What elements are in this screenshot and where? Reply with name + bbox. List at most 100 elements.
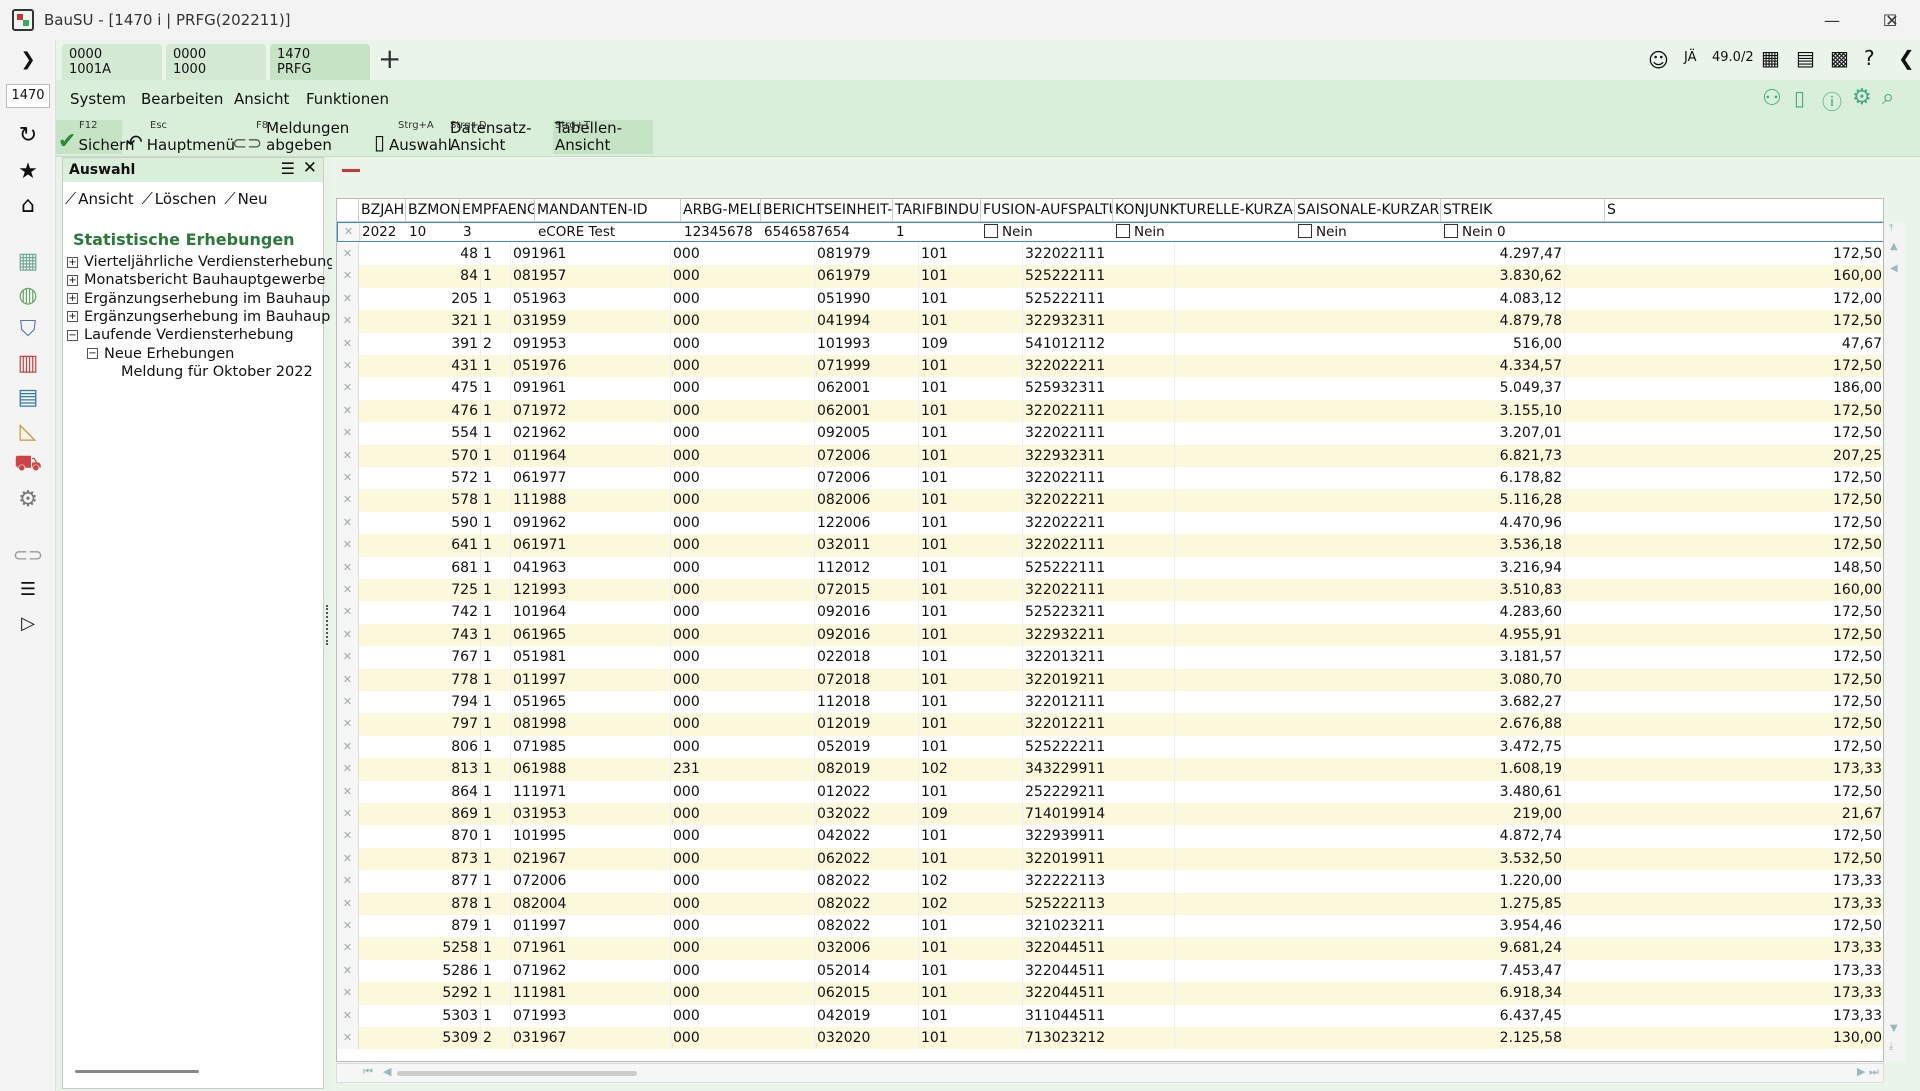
expand-icon[interactable]: + xyxy=(67,293,78,305)
row-number[interactable]: 767 xyxy=(359,646,481,669)
arbg-cell[interactable]: 000 xyxy=(671,847,815,871)
mandant-cell[interactable]: 031953 xyxy=(511,803,671,826)
help-icon[interactable]: ? xyxy=(1864,46,1875,70)
row-type[interactable]: 1 xyxy=(481,579,511,602)
menu-system[interactable]: System xyxy=(70,90,126,108)
row-number[interactable]: 5309 xyxy=(359,1027,481,1050)
table-row[interactable]: ✕ 725 1 121993 000 072015 101 322022111 3.510,83… xyxy=(337,579,1883,602)
code-cell[interactable]: 322044511 xyxy=(1023,959,1175,983)
tab-1001a[interactable]: 0000 1001A xyxy=(62,44,162,80)
minimize-button[interactable]: — xyxy=(1804,0,1860,40)
row-type[interactable]: 1 xyxy=(481,1004,511,1027)
table-row[interactable]: ✕ 813 1 061988 231 082019 102 343229911 1.608,19… xyxy=(337,758,1883,781)
mandant-cell[interactable]: 011964 xyxy=(511,444,671,467)
arbg-cell[interactable]: 000 xyxy=(671,377,815,400)
bericht-cell[interactable]: 072015 xyxy=(815,579,919,602)
row-type[interactable]: 1 xyxy=(481,467,511,490)
row-type[interactable]: 1 xyxy=(481,713,511,736)
bericht-cell[interactable]: 071999 xyxy=(815,355,919,378)
arbg-cell[interactable]: 000 xyxy=(671,892,815,915)
tarif-cell[interactable]: 101 xyxy=(919,668,1023,691)
row-type[interactable]: 1 xyxy=(481,377,511,400)
hours-cell[interactable]: 172,50 xyxy=(1565,534,1883,556)
tarif-cell[interactable]: 109 xyxy=(919,332,1023,355)
mandant-cell[interactable]: 082004 xyxy=(511,892,671,915)
hours-cell[interactable]: 160,00 xyxy=(1565,265,1883,287)
code-cell[interactable]: 322044511 xyxy=(1023,982,1175,1005)
link-icon[interactable]: ⊂⊃ xyxy=(10,540,46,570)
row-type[interactable]: 1 xyxy=(481,959,511,983)
row-number[interactable]: 681 xyxy=(359,556,481,579)
hours-cell[interactable]: 47,67 xyxy=(1565,333,1883,355)
row-number[interactable]: 813 xyxy=(359,758,481,781)
bericht-cell[interactable]: 051990 xyxy=(815,287,919,311)
amount-cell[interactable]: 7.453,47 xyxy=(1175,959,1565,983)
amount-cell[interactable]: 5.116,28 xyxy=(1175,489,1565,512)
mandant-cell[interactable]: 121993 xyxy=(511,579,671,602)
panel-scrollbar[interactable] xyxy=(75,1070,199,1073)
header-bzmona[interactable]: BZMONA xyxy=(406,199,460,221)
streik-checkbox[interactable] xyxy=(1444,224,1458,238)
scroll-down-icon[interactable]: ▼ xyxy=(1890,1023,1898,1034)
code-cell[interactable]: 322019211 xyxy=(1023,668,1175,691)
code-cell[interactable]: 713023212 xyxy=(1023,1027,1175,1050)
arbg-cell[interactable]: 000 xyxy=(671,399,815,423)
row-select-icon[interactable]: ✕ xyxy=(337,489,359,512)
calculator-icon[interactable]: ▤ xyxy=(10,382,46,412)
tarif-cell[interactable]: 101 xyxy=(919,444,1023,467)
row-number[interactable]: 797 xyxy=(359,713,481,736)
row-number[interactable]: 873 xyxy=(359,847,481,871)
row-type[interactable]: 1 xyxy=(481,444,511,467)
scroll-thumb[interactable] xyxy=(397,1071,637,1076)
arbg-cell[interactable]: 000 xyxy=(671,243,815,266)
row-select-icon[interactable]: ✕ xyxy=(337,399,359,423)
amount-cell[interactable]: 4.879,78 xyxy=(1175,310,1565,333)
code-cell[interactable]: 252229211 xyxy=(1023,780,1175,803)
amount-cell[interactable]: 3.536,18 xyxy=(1175,534,1565,557)
row-type[interactable]: 1 xyxy=(481,668,511,691)
amount-cell[interactable]: 4.872,74 xyxy=(1175,825,1565,848)
row-type[interactable]: 1 xyxy=(481,803,511,826)
row-type[interactable]: 1 xyxy=(481,556,511,579)
code-cell[interactable]: 322012211 xyxy=(1023,713,1175,736)
row-number[interactable]: 742 xyxy=(359,601,481,624)
arbg-cell[interactable]: 000 xyxy=(671,1004,815,1027)
row-number[interactable]: 864 xyxy=(359,780,481,803)
amount-cell[interactable]: 2.676,88 xyxy=(1175,713,1565,736)
code-cell[interactable]: 541012112 xyxy=(1023,332,1175,355)
mandant-cell[interactable]: 081998 xyxy=(511,713,671,736)
scroll-up-icon[interactable]: ▲ xyxy=(1890,241,1898,252)
table-row[interactable]: ✕ 5286 1 071962 000 052014 101 322044511 7.453,4… xyxy=(337,959,1883,983)
tree-item[interactable]: Meldung für Oktober 2022 xyxy=(121,364,313,380)
arbg-cell[interactable]: 000 xyxy=(671,467,815,490)
tab-prfg[interactable]: 1470 PRFG xyxy=(270,44,370,80)
play-icon[interactable]: ▷ xyxy=(10,608,46,638)
chevron-right-icon[interactable]: ❯ xyxy=(10,44,46,74)
bericht-cell[interactable]: 052019 xyxy=(815,735,919,759)
fusion-checkbox[interactable] xyxy=(984,224,998,238)
tree-item[interactable]: + Monatsbericht Bauhauptgewerbe xyxy=(67,272,325,288)
row-type[interactable]: 1 xyxy=(481,870,511,893)
row-type[interactable]: 1 xyxy=(481,825,511,848)
row-select-icon[interactable]: ✕ xyxy=(337,870,359,893)
mandant-cell[interactable]: 111988 xyxy=(511,489,671,512)
amount-cell[interactable]: 4.283,60 xyxy=(1175,601,1565,624)
code-cell[interactable]: 322022111 xyxy=(1023,579,1175,602)
scroll-left-icon[interactable]: ◀ xyxy=(1890,263,1898,274)
table-row[interactable]: ✕ 5303 1 071993 000 042019 101 311044511 6.437,4… xyxy=(337,1004,1883,1027)
amount-cell[interactable]: 3.181,57 xyxy=(1175,646,1565,669)
scroll-first-icon[interactable]: ⏮ xyxy=(363,1065,373,1079)
tarif-cell[interactable]: 101 xyxy=(919,691,1023,714)
arbg-cell[interactable]: 000 xyxy=(671,915,815,938)
amount-cell[interactable]: 6.821,73 xyxy=(1175,444,1565,467)
row-type[interactable]: 1 xyxy=(481,422,511,445)
row-select-icon[interactable]: ✕ xyxy=(337,691,359,714)
list-icon[interactable]: ☰ xyxy=(10,574,46,604)
tarif-cell[interactable]: 101 xyxy=(919,915,1023,938)
row-type[interactable]: 1 xyxy=(481,489,511,512)
table-row[interactable]: ✕ 742 1 101964 000 092016 101 525223211 4.283,60… xyxy=(337,601,1883,624)
row-select-icon[interactable]: ✕ xyxy=(337,803,359,826)
table-row[interactable]: ✕ 476 1 071972 000 062001 101 322022111 3.155,10… xyxy=(337,399,1883,423)
mandant-cell[interactable]: 101964 xyxy=(511,601,671,624)
code-cell[interactable]: 322022111 xyxy=(1023,534,1175,557)
